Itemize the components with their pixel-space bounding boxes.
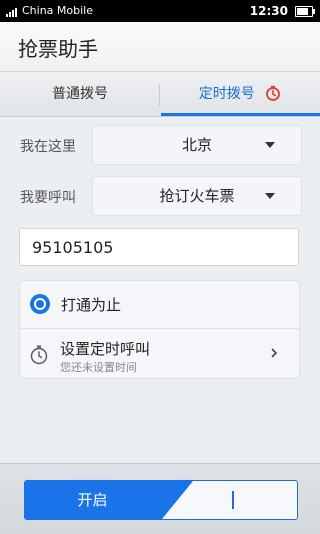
- signal-icon: [6, 6, 20, 17]
- option-label: 设置定时呼叫: [60, 340, 151, 358]
- phone-number-value: 95105105: [32, 238, 114, 257]
- battery-icon: [295, 6, 315, 17]
- tab-bar: 普通拨号 定时拨号: [0, 72, 320, 117]
- clock-time: 12:30: [249, 4, 288, 18]
- option-until-connected[interactable]: 打通为止: [20, 281, 299, 329]
- location-select[interactable]: 北京: [92, 125, 302, 165]
- radio-selected-icon[interactable]: [30, 294, 50, 314]
- chevron-right-icon: [271, 348, 278, 358]
- call-label: 我要呼叫: [20, 190, 76, 206]
- location-label: 我在这里: [20, 139, 76, 155]
- location-value: 北京: [181, 136, 212, 154]
- option-sublabel: 您还未设置时间: [60, 361, 137, 374]
- call-type-value: 抢订火车票: [159, 187, 235, 205]
- option-scheduled-call[interactable]: 设置定时呼叫 您还未设置时间: [20, 329, 299, 378]
- option-label: 打通为止: [61, 296, 122, 314]
- status-bar: China Mobile 12:30: [0, 0, 320, 22]
- dropdown-arrow-icon: [265, 193, 275, 199]
- start-toggle[interactable]: 开启: [24, 480, 298, 520]
- toggle-label: 开启: [77, 491, 108, 509]
- call-type-select[interactable]: 抢订火车票: [92, 176, 302, 216]
- app-title: 抢票助手: [18, 37, 98, 61]
- tab-label: 普通拨号: [52, 86, 108, 102]
- tab-label: 定时拨号: [198, 86, 255, 102]
- phone-number-input[interactable]: 95105105: [19, 228, 299, 266]
- footer-bar: 开启: [0, 463, 320, 534]
- title-bar: 抢票助手: [0, 22, 320, 72]
- dropdown-arrow-icon: [265, 142, 275, 148]
- active-tab-indicator: [161, 113, 320, 116]
- carrier-name: China Mobile: [22, 4, 94, 17]
- tab-scheduled-dial[interactable]: 定时拨号: [160, 72, 320, 116]
- stopwatch-icon: [30, 345, 48, 365]
- clock-icon: [266, 85, 281, 101]
- tab-normal-dial[interactable]: 普通拨号: [0, 72, 160, 116]
- toggle-handle-icon[interactable]: [232, 491, 234, 509]
- options-panel: 打通为止 设置定时呼叫 您还未设置时间: [19, 280, 300, 379]
